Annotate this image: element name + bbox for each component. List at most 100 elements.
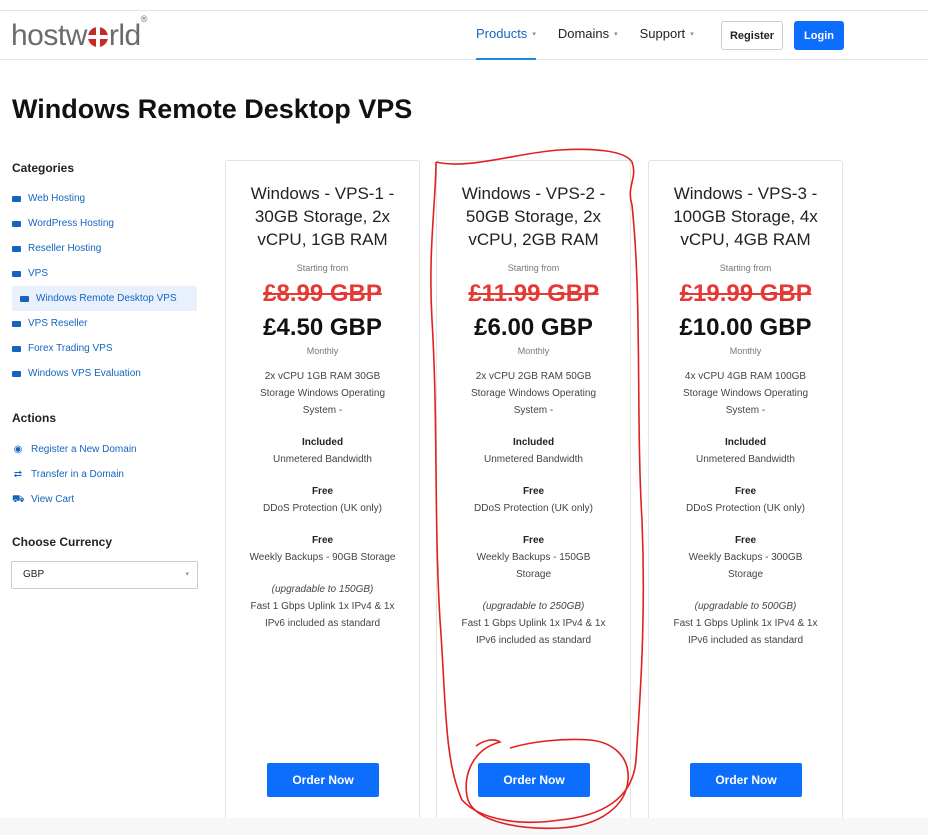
action-label: Register a New Domain [31,444,137,455]
registered-mark: ® [140,14,148,24]
nav-support-label: Support [639,26,686,41]
old-price: £8.99 GBP [263,280,382,307]
starting-from-label: Starting from [719,263,772,273]
cart-icon: ⛟ [12,494,25,505]
bottom-fade [0,818,928,835]
product-title: Windows - VPS-3 - 100GB Storage, 4x vCPU… [673,184,818,249]
old-price: £11.99 GBP [468,280,599,307]
actions-list: ◉ Register a New Domain ⇄ Transfer in a Do… [12,437,197,512]
currency-value: GBP [23,569,45,580]
register-button[interactable]: Register [721,21,783,50]
feature-label: Free [734,535,757,546]
action-label: View Cart [31,494,75,505]
new-price: £10.00 GBP [679,314,812,341]
product-card: Windows - VPS-1 - 30GB Storage, 2x vCPU,… [225,160,420,835]
categories-heading: Categories [12,161,75,175]
server-icon [12,245,21,252]
action-label: Transfer in a Domain [31,469,124,480]
sidebar-item-wordpress-hosting[interactable]: WordPress Hosting [12,211,197,236]
feature-value: Unmetered Bandwidth [484,454,583,465]
product-card: Windows - VPS-3 - 100GB Storage, 4x vCPU… [648,160,843,835]
sidebar-item-forex-trading-vps[interactable]: Forex Trading VPS [12,336,197,361]
feature-value: Weekly Backups - 90GB Storage [249,552,396,563]
feature-value: DDoS Protection (UK only) [474,503,593,514]
billing-period: Monthly [729,346,762,356]
sidebar-item-label: WordPress Hosting [28,218,114,229]
product-description: 2x vCPU 1GB RAM 30GB Storage Windows Ope… [226,368,419,632]
sidebar-item-label: Web Hosting [28,193,86,204]
currency-select[interactable]: GBP ▾ [11,561,198,589]
feature-value: DDoS Protection (UK only) [686,503,805,514]
action-register-domain[interactable]: ◉ Register a New Domain [12,437,197,462]
action-transfer-domain[interactable]: ⇄ Transfer in a Domain [12,462,197,487]
sidebar-item-label: VPS [28,268,49,279]
feature-value: DDoS Protection (UK only) [263,503,382,514]
sidebar-item-label: Windows Remote Desktop VPS [36,293,177,304]
feature-value: Weekly Backups - 150GB Storage [476,552,591,580]
price-block: £19.99 GBP £10.00 GBP [649,277,842,345]
uplink-note: Fast 1 Gbps Uplink 1x IPv4 & 1x IPv6 inc… [673,618,818,646]
sidebar-item-vps[interactable]: VPS [12,261,197,286]
hostworld-logo[interactable]: hostw rld® [11,14,147,53]
actions-heading: Actions [12,411,57,425]
nav-support[interactable]: Support ▾ [640,11,694,60]
product-description: 4x vCPU 4GB RAM 100GB Storage Windows Op… [649,368,842,649]
sidebar-item-windows-remote-desktop-vps[interactable]: Windows Remote Desktop VPS [12,286,197,311]
feature-value: Weekly Backups - 300GB Storage [688,552,803,580]
starting-from-label: Starting from [296,263,349,273]
order-now-button[interactable]: Order Now [690,763,802,797]
sidebar-item-web-hosting[interactable]: Web Hosting [12,186,197,211]
product-title: Windows - VPS-2 - 50GB Storage, 2x vCPU,… [461,184,606,249]
feature-label: Free [734,486,757,497]
chevron-down-icon: ▾ [185,571,189,578]
feature-label: Free [311,486,334,497]
sidebar-item-label: Forex Trading VPS [28,343,113,354]
order-now-button[interactable]: Order Now [478,763,590,797]
server-icon [12,195,21,202]
product-card: Windows - VPS-2 - 50GB Storage, 2x vCPU,… [436,160,631,835]
sidebar-item-label: Windows VPS Evaluation [28,368,141,379]
product-title: Windows - VPS-1 - 30GB Storage, 2x vCPU,… [250,184,395,249]
product-spec: 2x vCPU 1GB RAM 30GB Storage Windows Ope… [259,371,386,416]
new-price: £4.50 GBP [263,314,382,341]
nav-domains[interactable]: Domains ▾ [558,11,618,60]
sidebar-item-vps-reseller[interactable]: VPS Reseller [12,311,197,336]
price-block: £11.99 GBP £6.00 GBP [437,277,630,345]
feature-label: Included [724,437,767,448]
chevron-down-icon: ▾ [614,31,618,38]
logo-text-w: w [65,19,88,52]
feature-label: Included [512,437,555,448]
nav-domains-label: Domains [557,26,610,41]
server-icon [12,345,21,352]
logo-text-host: host [11,19,66,52]
categories-list: Web Hosting WordPress Hosting Reseller H… [12,186,197,386]
old-price: £19.99 GBP [679,280,812,307]
order-now-button[interactable]: Order Now [267,763,379,797]
feature-value: Unmetered Bandwidth [273,454,372,465]
billing-period: Monthly [517,346,550,356]
feature-label: Free [522,535,545,546]
upgrade-note: (upgradable to 150GB) [271,584,374,595]
sidebar-item-windows-vps-evaluation[interactable]: Windows VPS Evaluation [12,361,197,386]
product-description: 2x vCPU 2GB RAM 50GB Storage Windows Ope… [437,368,630,649]
billing-period: Monthly [306,346,339,356]
action-view-cart[interactable]: ⛟ View Cart [12,487,197,512]
feature-label: Included [301,437,344,448]
product-spec: 2x vCPU 2GB RAM 50GB Storage Windows Ope… [470,371,597,416]
nav-products[interactable]: Products ▾ [476,11,536,60]
upgrade-note: (upgradable to 250GB) [482,601,585,612]
server-icon [12,320,21,327]
uplink-note: Fast 1 Gbps Uplink 1x IPv4 & 1x IPv6 inc… [250,601,395,629]
chevron-down-icon: ▾ [690,31,694,38]
globe-icon: ◉ [13,444,23,455]
server-icon [12,370,21,377]
sidebar-item-reseller-hosting[interactable]: Reseller Hosting [12,236,197,261]
sidebar-item-label: VPS Reseller [28,318,88,329]
server-icon [12,220,21,227]
login-button[interactable]: Login [794,21,844,50]
site-header: hostw rld® Products ▾ Domains ▾ Support ▾ Re… [0,11,928,60]
server-icon [12,270,21,277]
currency-heading: Choose Currency [12,535,113,549]
transfer-icon: ⇄ [13,469,23,480]
chevron-down-icon: ▾ [532,31,536,38]
